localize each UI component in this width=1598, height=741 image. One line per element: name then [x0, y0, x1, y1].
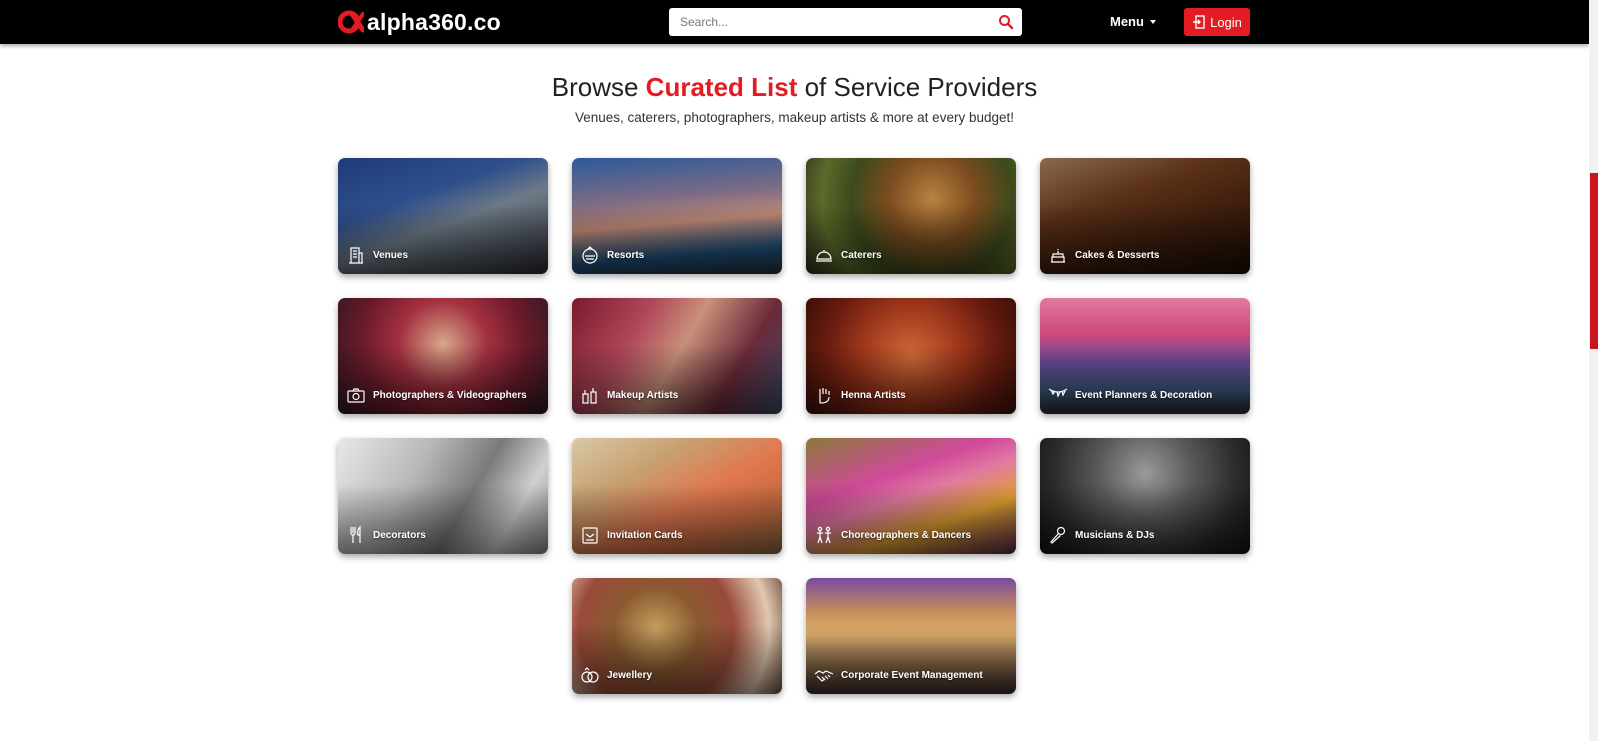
scrollbar-thumb[interactable] — [1590, 173, 1598, 349]
menu-label: Menu — [1110, 14, 1144, 29]
card-label: Henna Artists — [841, 390, 906, 401]
card-label: Photographers & Videographers — [373, 390, 527, 401]
category-card-photographers-videographers[interactable]: Photographers & Videographers — [338, 298, 548, 414]
logo-icon — [338, 10, 364, 34]
top-navbar: alpha360.co Menu Login — [0, 0, 1589, 44]
card-label: Event Planners & Decoration — [1075, 390, 1213, 401]
camera-icon — [347, 388, 365, 403]
card-label: Decorators — [373, 530, 426, 541]
category-card-resorts[interactable]: Resorts — [572, 158, 782, 274]
page-subtitle: Venues, caterers, photographers, makeup … — [575, 110, 1014, 125]
scrollbar-track[interactable] — [1589, 0, 1598, 741]
login-icon — [1193, 15, 1205, 29]
card-shade — [338, 204, 548, 274]
cake-icon — [1051, 249, 1065, 263]
page-title: Browse Curated List of Service Providers — [0, 72, 1589, 103]
card-shade — [338, 484, 548, 554]
building-icon — [349, 247, 363, 264]
title-prefix: Browse — [551, 72, 646, 102]
card-label: Resorts — [607, 250, 645, 261]
microphone-icon — [1050, 526, 1066, 544]
card-label: Cakes & Desserts — [1075, 250, 1160, 261]
search-input[interactable] — [680, 15, 980, 29]
category-card-corporate-event-management[interactable]: Corporate Event Management — [806, 578, 1016, 694]
category-card-venues[interactable]: Venues — [338, 158, 548, 274]
caret-down-icon — [1149, 19, 1156, 24]
card-shade — [1040, 344, 1250, 414]
card-shade — [1040, 204, 1250, 274]
card-label: Invitation Cards — [607, 530, 683, 541]
card-shade — [1040, 484, 1250, 554]
dancers-icon — [817, 526, 831, 544]
category-card-choreographers-dancers[interactable]: Choreographers & Dancers — [806, 438, 1016, 554]
card-label: Venues — [373, 250, 409, 261]
category-card-cakes-desserts[interactable]: Cakes & Desserts — [1040, 158, 1250, 274]
card-shade — [572, 204, 782, 274]
category-card-event-planners-decoration[interactable]: Event Planners & Decoration — [1040, 298, 1250, 414]
login-button[interactable]: Login — [1184, 8, 1250, 36]
card-label: Corporate Event Management — [841, 670, 983, 681]
card-shade — [572, 624, 782, 694]
card-shade — [806, 204, 1016, 274]
menu-dropdown[interactable]: Menu — [1110, 14, 1156, 29]
card-label: Choreographers & Dancers — [841, 530, 972, 541]
login-label: Login — [1210, 14, 1242, 30]
handshake-icon — [814, 670, 834, 682]
card-label: Makeup Artists — [607, 390, 679, 401]
category-card-makeup-artists[interactable]: Makeup Artists — [572, 298, 782, 414]
cloche-icon — [816, 250, 832, 262]
invitation-icon — [582, 527, 598, 544]
card-label: Jewellery — [607, 670, 653, 681]
cutlery-icon — [350, 525, 361, 543]
category-card-decorators[interactable]: Decorators — [338, 438, 548, 554]
card-label: Caterers — [841, 250, 882, 261]
resort-icon — [582, 246, 598, 264]
henna-hand-icon — [819, 388, 830, 404]
category-card-musicians-djs[interactable]: Musicians & DJs — [1040, 438, 1250, 554]
bunting-icon — [1048, 388, 1068, 398]
card-label: Musicians & DJs — [1075, 530, 1155, 541]
rings-icon — [581, 667, 599, 683]
search-box — [669, 8, 1022, 36]
card-shade — [572, 484, 782, 554]
card-shade — [572, 344, 782, 414]
title-accent: Curated List — [645, 72, 798, 102]
card-shade — [806, 624, 1016, 694]
logo-text: alpha360.co — [367, 8, 501, 35]
card-shade — [806, 344, 1016, 414]
site-logo[interactable]: alpha360.co — [338, 9, 501, 35]
title-suffix: of Service Providers — [797, 72, 1038, 102]
search-icon[interactable] — [998, 14, 1014, 30]
category-card-invitation-cards[interactable]: Invitation Cards — [572, 438, 782, 554]
category-card-jewellery[interactable]: Jewellery — [572, 578, 782, 694]
category-card-caterers[interactable]: Caterers — [806, 158, 1016, 274]
category-card-henna-artists[interactable]: Henna Artists — [806, 298, 1016, 414]
makeup-icon — [582, 388, 597, 404]
card-shade — [338, 344, 548, 414]
card-shade — [806, 484, 1016, 554]
